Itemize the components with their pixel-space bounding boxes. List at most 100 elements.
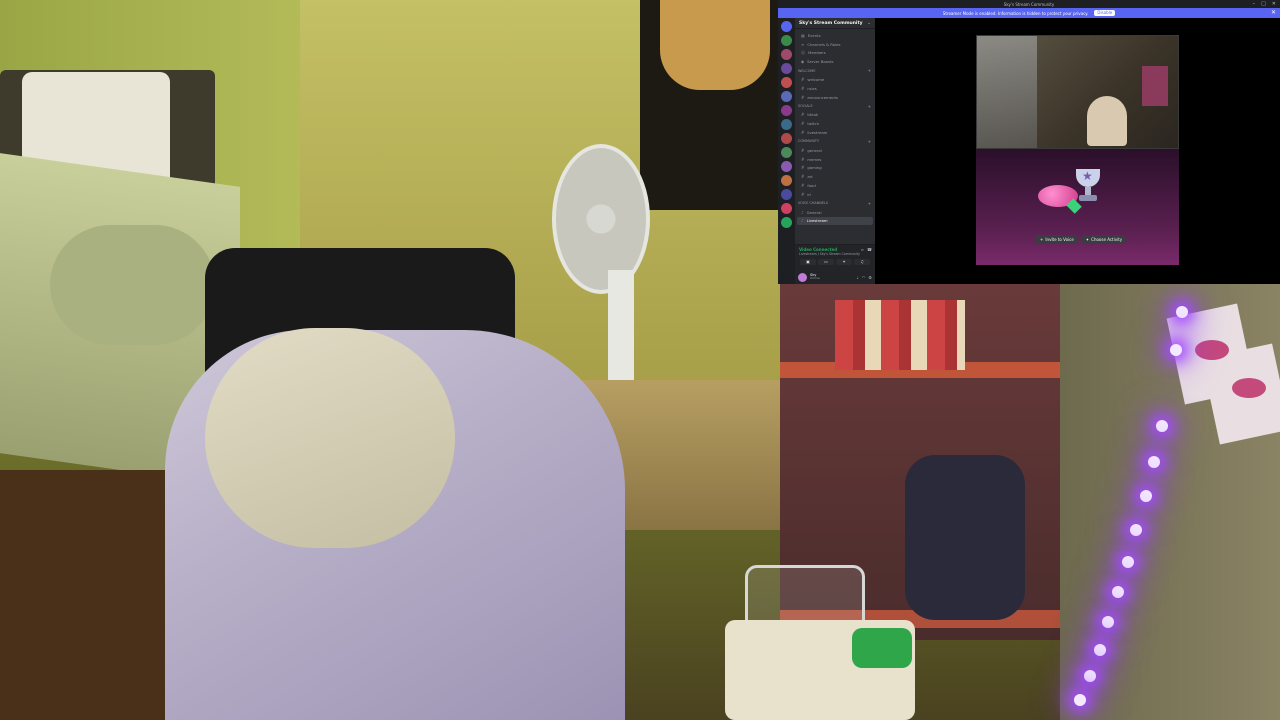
user-info[interactable]: Sky Online (810, 273, 820, 281)
server-icon[interactable] (781, 35, 792, 46)
minimize-icon[interactable]: – (1253, 1, 1256, 7)
add-channel-icon[interactable]: + (868, 104, 871, 109)
server-icon[interactable] (781, 105, 792, 116)
voice-channel-path[interactable]: Livestream / Sky's Stream Community (799, 252, 871, 256)
window-controls: – □ ✕ (1253, 1, 1276, 7)
title-bar: Sky's Stream Community – □ ✕ (778, 0, 1280, 8)
voice-buttons: ▣ ▭ ✦ ♫ (799, 259, 871, 265)
channels-roles-item[interactable]: ≡ Channels & Roles (795, 40, 875, 49)
voice-stage: ★ + Invite to Voice ✦ Choose Activity (875, 18, 1280, 284)
soundboard-icon[interactable]: ♫ (854, 259, 870, 265)
activity-buttons: + Invite to Voice ✦ Choose Activity (1036, 235, 1127, 244)
channel-general[interactable]: # general (795, 146, 875, 155)
list-icon: ≡ (801, 41, 805, 47)
gear-icon[interactable]: ⚙ (868, 275, 872, 280)
invite-to-voice-button[interactable]: + Invite to Voice (1036, 235, 1078, 244)
add-server-icon[interactable] (781, 217, 792, 228)
channel-rules[interactable]: # rules (795, 84, 875, 93)
voice-connection-panel: Video Connected Livestream / Sky's Strea… (795, 244, 875, 270)
choose-activity-button[interactable]: ✦ Choose Activity (1081, 235, 1127, 244)
calendar-icon: ▦ (801, 32, 805, 38)
hash-icon: # (801, 85, 805, 91)
voice-channel-general[interactable]: ♪ General (795, 208, 875, 217)
fan-stand (608, 270, 634, 380)
backpack (905, 455, 1025, 620)
disconnect-icon[interactable]: ☎ (867, 247, 872, 252)
microphone-icon[interactable]: ♩ (857, 275, 859, 280)
voice-channel-livestream[interactable]: ♪ Livestream (797, 216, 873, 226)
channel-list: ▦ Events ≡ Channels & Roles ☺ Members ◆ Serv… (795, 29, 875, 226)
home-icon[interactable] (781, 21, 792, 32)
hash-icon: # (801, 77, 805, 83)
category-socials[interactable]: Socials + (795, 102, 875, 111)
channel-irl[interactable]: # irl (795, 190, 875, 199)
server-icon[interactable] (781, 49, 792, 60)
category-community[interactable]: Community + (795, 137, 875, 146)
channel-welcome[interactable]: # welcome (795, 75, 875, 84)
add-channel-icon[interactable]: + (868, 139, 871, 144)
server-icon[interactable] (781, 119, 792, 130)
channel-food[interactable]: # food (795, 181, 875, 190)
activity-icon[interactable]: ✦ (836, 259, 852, 265)
camera-icon[interactable]: ▣ (800, 259, 816, 265)
server-icon[interactable] (781, 161, 792, 172)
user-panel: Sky Online ♩ ◠ ⚙ (795, 270, 875, 284)
discord-window: Sky's Stream Community – □ ✕ Streamer Mo… (778, 0, 1280, 284)
speaker-icon: ♪ (801, 209, 804, 215)
hash-icon: # (801, 94, 805, 100)
maximize-icon[interactable]: □ (1261, 1, 1266, 7)
server-icon[interactable] (781, 77, 792, 88)
category-welcome[interactable]: Welcome + (795, 66, 875, 75)
headphones-icon[interactable]: ◠ (862, 275, 866, 280)
members-icon: ☺ (801, 50, 806, 56)
led-light-strip (1070, 300, 1200, 720)
add-channel-icon[interactable]: + (868, 201, 871, 206)
disable-streamer-mode-button[interactable]: Disable (1094, 10, 1116, 16)
server-icon[interactable] (781, 133, 792, 144)
server-icon[interactable] (781, 189, 792, 200)
server-icon[interactable] (781, 63, 792, 74)
trophy-icon: ★ (1074, 169, 1102, 203)
hash-icon: # (801, 191, 805, 197)
desk-fan (552, 144, 650, 294)
hash-icon: # (801, 156, 805, 162)
events-item[interactable]: ▦ Events (795, 31, 875, 40)
channel-tiktok[interactable]: # tiktok (795, 111, 875, 120)
hash-icon: # (801, 147, 805, 153)
user-controls: ♩ ◠ ⚙ (857, 275, 872, 280)
channel-memes[interactable]: # memes (795, 155, 875, 164)
add-channel-icon[interactable]: + (868, 68, 871, 73)
channel-art[interactable]: # art (795, 172, 875, 181)
window-title: Sky's Stream Community (1003, 1, 1055, 7)
channel-sidebar: Sky's Stream Community ⌄ ▦ Events ≡ Channe… (795, 18, 875, 284)
server-boosts-item[interactable]: ◆ Server Boosts (795, 57, 875, 66)
server-icon[interactable] (781, 203, 792, 214)
screen-share-icon[interactable]: ▭ (818, 259, 834, 265)
wall-poster (640, 0, 780, 210)
books (835, 300, 965, 370)
hash-icon: # (801, 112, 805, 118)
channel-livestream[interactable]: # livestream (795, 128, 875, 137)
chevron-down-icon[interactable]: ⌄ (867, 21, 871, 26)
hash-icon: # (801, 130, 805, 136)
streamer-mode-banner: Streamer Mode is enabled. Information is… (778, 8, 1280, 18)
channel-announcements[interactable]: # announcements (795, 93, 875, 102)
avatar[interactable] (798, 272, 807, 282)
blanket-fold (205, 328, 455, 548)
channel-twitch[interactable]: # twitch (795, 119, 875, 128)
channel-gaming[interactable]: # gaming (795, 164, 875, 173)
banner-text: Streamer Mode is enabled. Information is… (942, 10, 1089, 16)
lipstick-mark (1232, 378, 1266, 398)
noise-suppression-icon[interactable]: ≈ (861, 247, 864, 252)
server-icon[interactable] (781, 91, 792, 102)
category-voice-channels[interactable]: Voice Channels + (795, 199, 875, 208)
server-icon[interactable] (781, 175, 792, 186)
server-header[interactable]: Sky's Stream Community ⌄ (795, 18, 875, 29)
close-icon[interactable]: ✕ (1272, 1, 1276, 7)
server-icon[interactable] (781, 147, 792, 158)
members-item[interactable]: ☺ Members (795, 49, 875, 58)
banner-close-icon[interactable]: ✕ (1271, 9, 1276, 16)
video-stream-tile[interactable] (976, 35, 1179, 149)
speaker-icon: ♪ (801, 218, 804, 224)
green-jar (852, 628, 912, 668)
